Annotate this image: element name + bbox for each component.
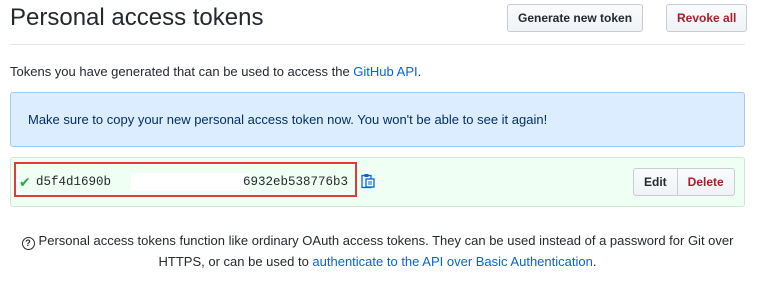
revoke-all-button[interactable]: Revoke all [666,4,748,32]
generate-new-token-button[interactable]: Generate new token [507,4,644,32]
token-actions: Edit Delete [633,168,735,196]
token-row: ✔ d5f4d1690b 6932eb538776b3 Edit Delete [10,157,745,207]
flash-notice: Make sure to copy your new personal acce… [10,92,745,147]
clipboard-icon-svg [361,174,375,189]
token-value-prefix: d5f4d1690b [36,175,112,189]
intro-text-body: Tokens you have generated that can be us… [10,64,354,79]
page-title: Personal access tokens [10,4,264,31]
clipboard-icon[interactable] [361,173,375,189]
edit-token-button[interactable]: Edit [633,168,678,196]
basic-auth-link[interactable]: authenticate to the API over Basic Authe… [312,254,592,269]
intro-text: Tokens you have generated that can be us… [10,64,421,79]
info-note-suffix: . [592,254,597,269]
personal-access-tokens-page: Personal access tokens Generate new toke… [0,0,783,302]
question-icon: ? [21,237,35,250]
token-redaction [131,173,249,191]
check-icon: ✔ [19,174,31,190]
token-value-suffix: 6932eb538776b3 [243,175,349,189]
info-note: ? Personal access tokens function like or… [10,230,745,272]
page-header: Personal access tokens Generate new toke… [10,0,748,45]
delete-token-button[interactable]: Delete [677,168,735,196]
intro-text-suffix: . [417,64,422,79]
github-api-link[interactable]: GitHub API [353,64,417,79]
flash-message: Make sure to copy your new personal acce… [28,112,548,127]
